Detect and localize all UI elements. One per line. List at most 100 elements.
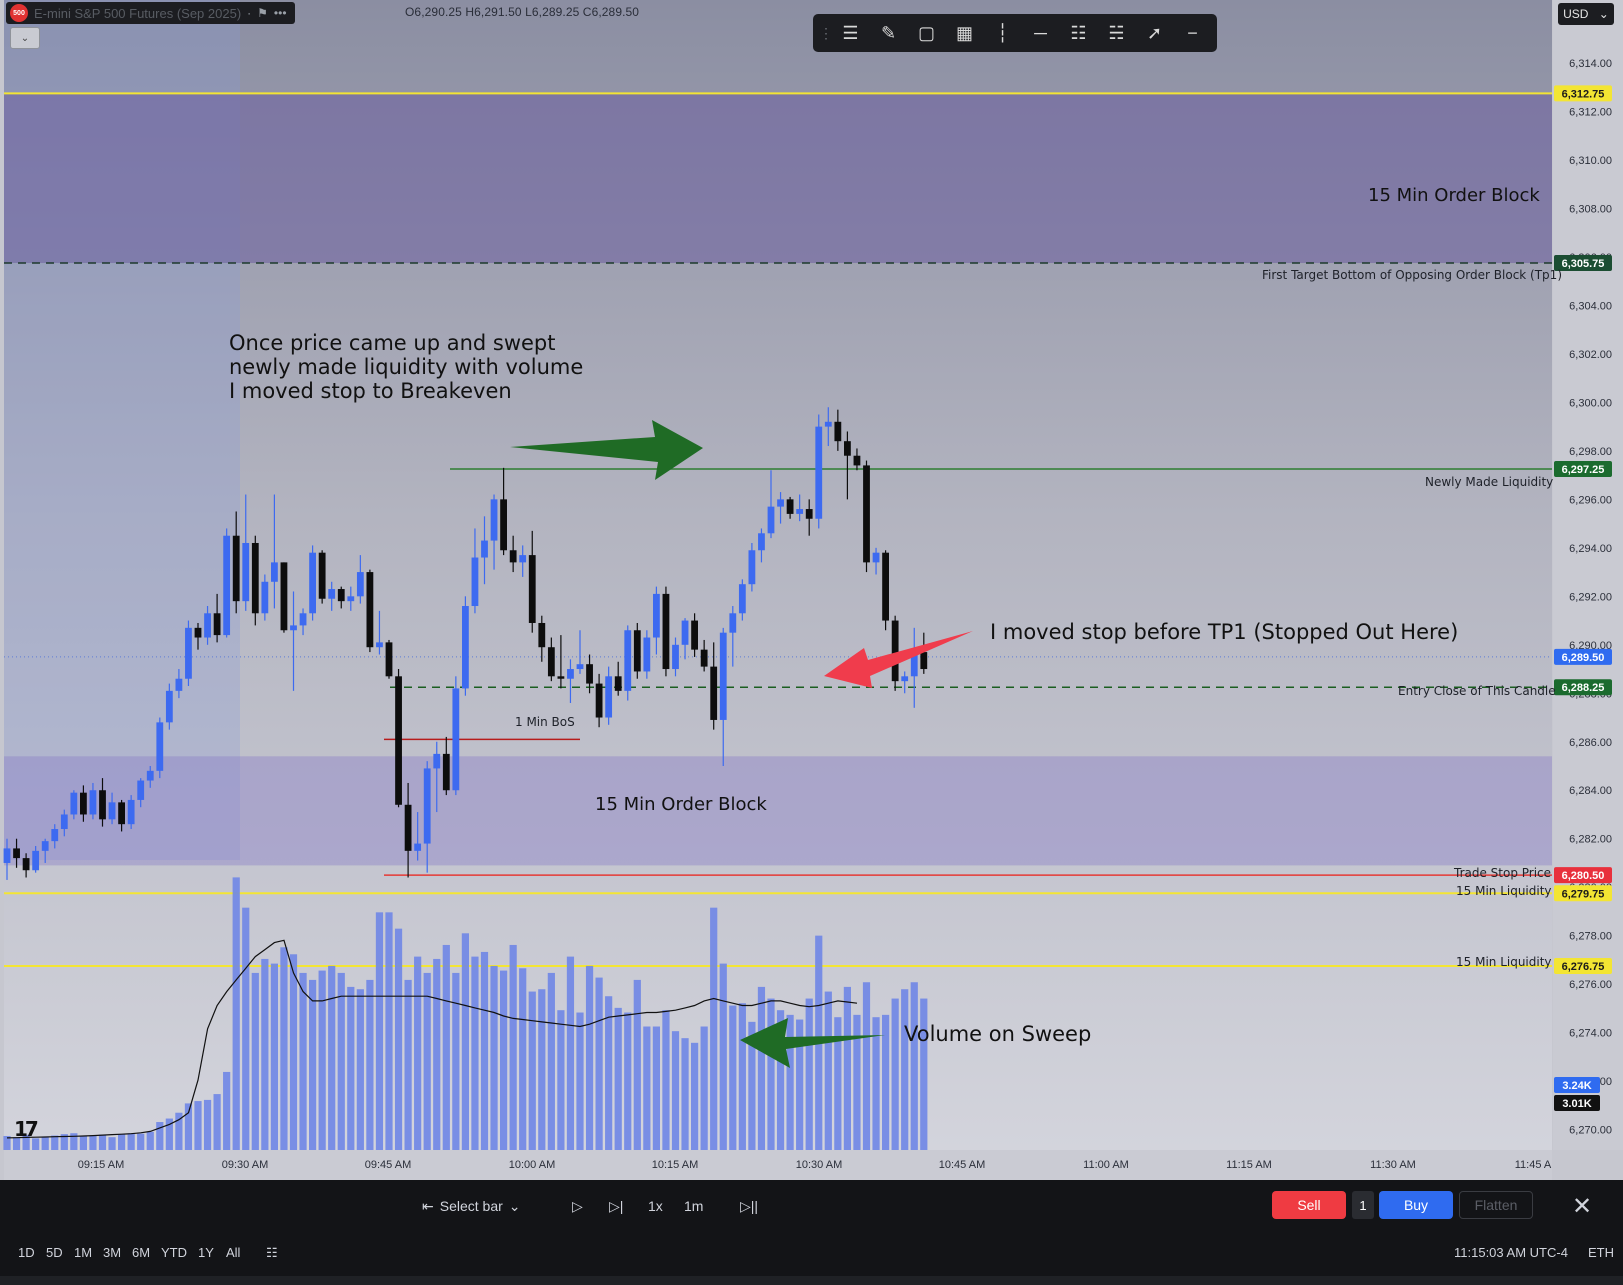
flag-icon[interactable]: ⚑ xyxy=(257,6,268,20)
candle-body xyxy=(337,589,345,602)
candle-body xyxy=(767,506,775,534)
price-chart[interactable]: 6,316.006,314.006,312.006,310.006,308.00… xyxy=(0,0,1623,1180)
volume-bar xyxy=(471,956,479,1150)
candle-body xyxy=(89,790,97,815)
buy-button[interactable]: Buy xyxy=(1379,1191,1453,1219)
volume-annotation: Volume on Sweep xyxy=(904,1022,1092,1046)
volume-bar xyxy=(719,963,727,1150)
trading-chart-app: 6,316.006,314.006,312.006,310.006,308.00… xyxy=(0,0,1623,1285)
volume-bar xyxy=(414,956,422,1150)
range-5d[interactable]: 5D xyxy=(46,1245,63,1260)
rectangle-icon[interactable]: ▢ xyxy=(908,18,945,48)
range-3m[interactable]: 3M xyxy=(103,1245,121,1260)
parallel-channel-icon[interactable]: ☷ xyxy=(1060,18,1097,48)
candle-body xyxy=(719,632,727,720)
range-all[interactable]: All xyxy=(226,1245,240,1260)
horizontal-line-icon[interactable]: − xyxy=(1174,18,1211,48)
clock-readout[interactable]: 11:15:03 AM UTC-4 xyxy=(1454,1245,1568,1260)
price-tag-label: 6,280.50 xyxy=(1562,870,1605,882)
candle-body xyxy=(328,589,336,599)
vertical-line-icon[interactable]: ┆ xyxy=(984,18,1021,48)
main-annotation: Once price came up and swept newly made … xyxy=(229,331,583,403)
trend-line-icon[interactable]: ➚ xyxy=(1136,18,1173,48)
volume-bar xyxy=(423,972,431,1150)
candle-body xyxy=(853,455,861,466)
range-ytd[interactable]: YTD xyxy=(161,1245,187,1260)
symbol-name[interactable]: E-mini S&P 500 Futures (Sep 2025) xyxy=(34,6,241,21)
price-axis xyxy=(1553,0,1623,1150)
interval-button[interactable]: 1m xyxy=(684,1198,703,1214)
time-tick-label: 10:00 AM xyxy=(509,1159,555,1171)
volume-bar xyxy=(910,982,918,1150)
currency-label: USD xyxy=(1563,7,1589,21)
candle-body xyxy=(395,676,402,805)
session-label[interactable]: ETH xyxy=(1588,1245,1614,1260)
candle-body xyxy=(786,499,794,514)
select-bar-button[interactable]: ⇤ Select bar ⌄ xyxy=(422,1198,521,1215)
volume-bar xyxy=(366,979,374,1150)
volume-bar xyxy=(251,972,259,1150)
range-6m[interactable]: 6M xyxy=(132,1245,150,1260)
currency-selector[interactable]: USD ⌄ xyxy=(1558,3,1614,25)
price-tick-label: 6,310.00 xyxy=(1569,155,1612,167)
window-bottom-edge xyxy=(0,1276,1623,1285)
candle-body xyxy=(462,606,469,689)
symbol-bar[interactable]: 500 E-mini S&P 500 Futures (Sep 2025) · … xyxy=(6,2,295,24)
volume-bar xyxy=(519,968,527,1150)
time-tick-label: 11:15 AM xyxy=(1226,1159,1272,1171)
volume-bar xyxy=(862,982,871,1150)
brush-icon[interactable]: ✎ xyxy=(870,18,907,48)
volume-bar xyxy=(729,1005,737,1150)
candle-body xyxy=(3,848,11,863)
candle-body xyxy=(834,421,842,442)
chevron-down-icon[interactable]: ⌄ xyxy=(10,27,40,49)
candle-body xyxy=(99,790,106,820)
regression-trend-icon[interactable]: ☵ xyxy=(1098,18,1135,48)
candle-body xyxy=(185,627,192,679)
candle-body xyxy=(653,593,660,638)
step-forward-icon[interactable]: ▷| xyxy=(609,1198,623,1215)
flatten-button[interactable]: Flatten xyxy=(1459,1191,1533,1219)
price-tick-label: 6,302.00 xyxy=(1569,349,1612,361)
select-bar-icon: ⇤ xyxy=(422,1197,434,1214)
candle-body xyxy=(318,552,326,599)
more-icon[interactable]: ••• xyxy=(274,6,287,20)
horizontal-lines-icon[interactable]: ☰ xyxy=(832,18,869,48)
candle-body xyxy=(165,690,173,723)
price-tick-label: 6,292.00 xyxy=(1569,591,1612,603)
speed-button[interactable]: 1x xyxy=(648,1198,663,1214)
play-icon[interactable]: ▷ xyxy=(572,1198,583,1215)
calendar-icon[interactable]: ☷ xyxy=(266,1245,278,1261)
volume-bar xyxy=(614,1007,622,1150)
candle-body xyxy=(547,647,555,677)
jump-to-realtime-icon[interactable]: ▷|| xyxy=(740,1198,758,1215)
candle-body xyxy=(261,581,269,614)
candle-body xyxy=(738,584,746,614)
candle-body xyxy=(729,613,737,633)
range-1m[interactable]: 1M xyxy=(74,1245,92,1260)
candle-body xyxy=(538,622,546,648)
candle-body xyxy=(882,552,889,621)
volume-bar xyxy=(843,986,851,1150)
price-tick-label: 6,274.00 xyxy=(1569,1028,1612,1040)
range-1d[interactable]: 1D xyxy=(18,1245,35,1260)
volume-bar xyxy=(223,1071,231,1150)
volume-bar xyxy=(156,1122,164,1150)
range-1y[interactable]: 1Y xyxy=(198,1245,214,1260)
upper-order-block xyxy=(4,93,1552,264)
candle-body xyxy=(70,792,78,815)
time-tick-label: 11:30 AM xyxy=(1370,1159,1416,1171)
price-tick-label: 6,276.00 xyxy=(1569,979,1612,991)
candle-body xyxy=(519,555,527,563)
candle-body xyxy=(356,572,364,597)
horizontal-ray-icon[interactable]: ─ xyxy=(1022,18,1059,48)
close-icon[interactable]: ✕ xyxy=(1572,1192,1592,1221)
fib-grid-icon[interactable]: ▦ xyxy=(946,18,983,48)
quantity-field[interactable]: 1 xyxy=(1352,1191,1374,1219)
time-tick-label: 10:15 AM xyxy=(652,1159,698,1171)
candle-body xyxy=(290,625,297,631)
candle-body xyxy=(595,683,603,718)
drag-handle-icon[interactable]: ⋮ xyxy=(819,25,833,42)
price-tick-label: 6,294.00 xyxy=(1569,543,1612,555)
sell-button[interactable]: Sell xyxy=(1272,1191,1346,1219)
